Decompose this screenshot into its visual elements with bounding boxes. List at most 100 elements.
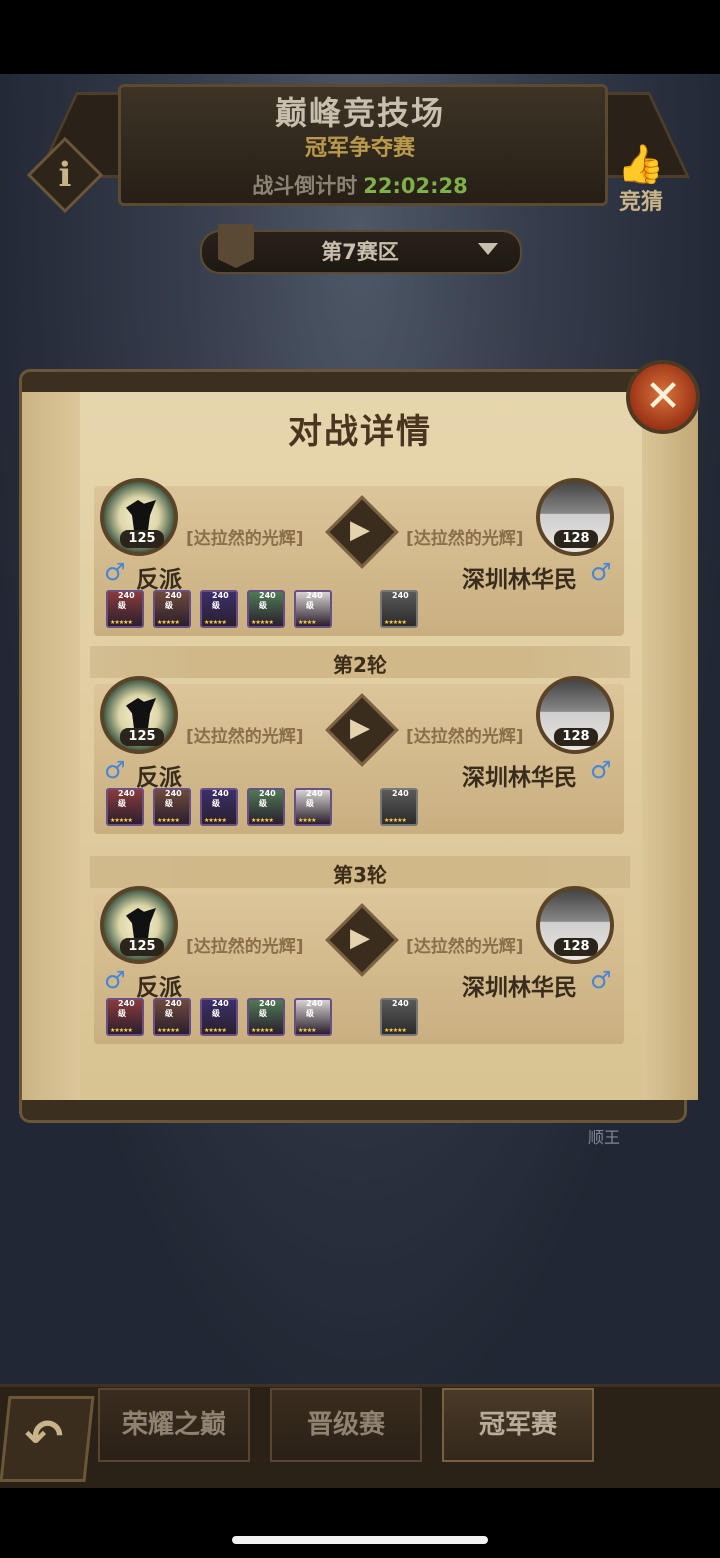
hero-stars: ★★★★★ xyxy=(157,817,180,824)
page-title: 巅峰竞技场 xyxy=(274,94,445,132)
page-subtitle: 冠军争夺赛 xyxy=(304,136,415,161)
hero-portrait[interactable]: 240级 ★★★★★ xyxy=(247,998,285,1036)
hero-portrait[interactable]: 240级 ★★★★★ xyxy=(200,788,238,826)
hero-portrait[interactable]: 240级 ★★★★ xyxy=(294,788,332,826)
hero-level: 240级 xyxy=(212,591,229,610)
tab-glory-peak-label[interactable]: 荣耀之巅 xyxy=(98,1404,250,1441)
male-icon: ♂ xyxy=(590,558,612,586)
play-icon[interactable]: ▶ xyxy=(334,504,386,556)
male-icon: ♂ xyxy=(590,756,612,784)
hero-level: 240级 xyxy=(306,999,323,1018)
play-icon[interactable]: ▶ xyxy=(334,912,386,964)
hero-stars: ★★★★ xyxy=(298,1027,316,1034)
male-icon: ♂ xyxy=(104,558,126,586)
hero-portrait[interactable]: 240级 ★★★★★ xyxy=(247,788,285,826)
hero-stars: ★★★★★ xyxy=(204,1027,227,1034)
hero-portrait[interactable]: 240级 ★★★★★ xyxy=(200,590,238,628)
guild-name-right: [达拉然的光辉] xyxy=(406,727,524,747)
hero-level: 240 xyxy=(392,591,409,600)
hero-stars: ★★★★ xyxy=(298,619,316,626)
player-name-left: 反派 xyxy=(136,975,182,1001)
close-icon[interactable]: ✕ xyxy=(626,360,700,434)
male-icon: ♂ xyxy=(104,966,126,994)
hero-portrait-defeated[interactable]: 240 ★★★★★ xyxy=(380,788,418,826)
male-icon: ♂ xyxy=(590,966,612,994)
hero-stars: ★★★★★ xyxy=(384,619,407,626)
round-label: 第3轮 xyxy=(333,863,387,887)
modal-border-left xyxy=(22,392,80,1100)
player-level-right: 128 xyxy=(554,938,598,956)
tab-promotion-label[interactable]: 晋级赛 xyxy=(270,1404,422,1441)
hero-portrait-defeated[interactable]: 240 ★★★★★ xyxy=(380,590,418,628)
chevron-down-icon[interactable] xyxy=(478,243,498,255)
watermark: 顺王 xyxy=(588,1128,621,1147)
player-name-right: 深圳林华民 xyxy=(462,975,577,1001)
thumbs-up-icon[interactable]: 👍 xyxy=(616,142,666,186)
hero-portrait[interactable]: 240级 ★★★★★ xyxy=(106,998,144,1036)
guild-name-left: [达拉然的光辉] xyxy=(186,937,304,957)
hero-portrait[interactable]: 240级 ★★★★ xyxy=(294,998,332,1036)
hero-stars: ★★★★★ xyxy=(204,817,227,824)
hero-portrait[interactable]: 240级 ★★★★★ xyxy=(200,998,238,1036)
guild-name-right: [达拉然的光辉] xyxy=(406,529,524,549)
status-bar-area xyxy=(0,0,720,74)
info-icon[interactable]: i xyxy=(38,148,92,202)
countdown-time: 22:02:28 xyxy=(363,174,468,198)
countdown-label: 战斗倒计时 xyxy=(252,174,358,198)
hero-level: 240级 xyxy=(118,591,135,610)
player-name-left: 反派 xyxy=(136,567,182,593)
hero-level: 240级 xyxy=(259,591,276,610)
hero-level: 240级 xyxy=(212,999,229,1018)
hero-level: 240级 xyxy=(165,789,182,808)
player-name-right: 深圳林华民 xyxy=(462,567,577,593)
hero-portrait[interactable]: 240级 ★★★★★ xyxy=(247,590,285,628)
hero-portrait[interactable]: 240级 ★★★★★ xyxy=(106,788,144,826)
hero-stars: ★★★★★ xyxy=(110,619,133,626)
hero-level: 240级 xyxy=(306,591,323,610)
hero-stars: ★★★★★ xyxy=(157,1027,180,1034)
hero-level: 240级 xyxy=(259,999,276,1018)
hero-stars: ★★★★★ xyxy=(204,619,227,626)
hero-stars: ★★★★ xyxy=(298,817,316,824)
guess-button-label[interactable]: 竞猜 xyxy=(608,184,674,216)
play-icon[interactable]: ▶ xyxy=(334,702,386,754)
player-level-left: 125 xyxy=(120,530,164,548)
hero-portrait[interactable]: 240级 ★★★★★ xyxy=(153,998,191,1036)
guild-name-right: [达拉然的光辉] xyxy=(406,937,524,957)
hero-level: 240 xyxy=(392,789,409,798)
hero-level: 240 xyxy=(392,999,409,1008)
player-level-right: 128 xyxy=(554,530,598,548)
player-name-right: 深圳林华民 xyxy=(462,765,577,791)
hero-portrait[interactable]: 240级 ★★★★★ xyxy=(153,788,191,826)
hero-portrait[interactable]: 240级 ★★★★★ xyxy=(153,590,191,628)
hero-portrait-defeated[interactable]: 240 ★★★★★ xyxy=(380,998,418,1036)
hero-stars: ★★★★★ xyxy=(110,817,133,824)
hero-stars: ★★★★★ xyxy=(384,817,407,824)
hero-stars: ★★★★★ xyxy=(251,619,274,626)
home-indicator-area xyxy=(0,1488,720,1558)
guild-name-left: [达拉然的光辉] xyxy=(186,529,304,549)
player-level-left: 125 xyxy=(120,728,164,746)
tab-championship-label[interactable]: 冠军赛 xyxy=(442,1404,594,1441)
hero-level: 240级 xyxy=(118,789,135,808)
hero-level: 240级 xyxy=(306,789,323,808)
male-icon: ♂ xyxy=(104,756,126,784)
hero-level: 240级 xyxy=(259,789,276,808)
hero-stars: ★★★★★ xyxy=(384,1027,407,1034)
hero-stars: ★★★★★ xyxy=(251,1027,274,1034)
hero-level: 240级 xyxy=(165,999,182,1018)
hero-portrait[interactable]: 240级 ★★★★ xyxy=(294,590,332,628)
back-arrow-icon[interactable]: ↶ xyxy=(4,1396,84,1476)
home-indicator[interactable] xyxy=(232,1536,488,1544)
player-level-left: 125 xyxy=(120,938,164,956)
hero-stars: ★★★★★ xyxy=(110,1027,133,1034)
round-label: 第2轮 xyxy=(333,653,387,677)
player-level-right: 128 xyxy=(554,728,598,746)
hero-stars: ★★★★★ xyxy=(157,619,180,626)
hero-level: 240级 xyxy=(118,999,135,1018)
hero-portrait[interactable]: 240级 ★★★★★ xyxy=(106,590,144,628)
hero-level: 240级 xyxy=(165,591,182,610)
player-name-left: 反派 xyxy=(136,765,182,791)
region-dropdown-label[interactable]: 第7赛区 xyxy=(200,236,520,266)
hero-stars: ★★★★★ xyxy=(251,817,274,824)
